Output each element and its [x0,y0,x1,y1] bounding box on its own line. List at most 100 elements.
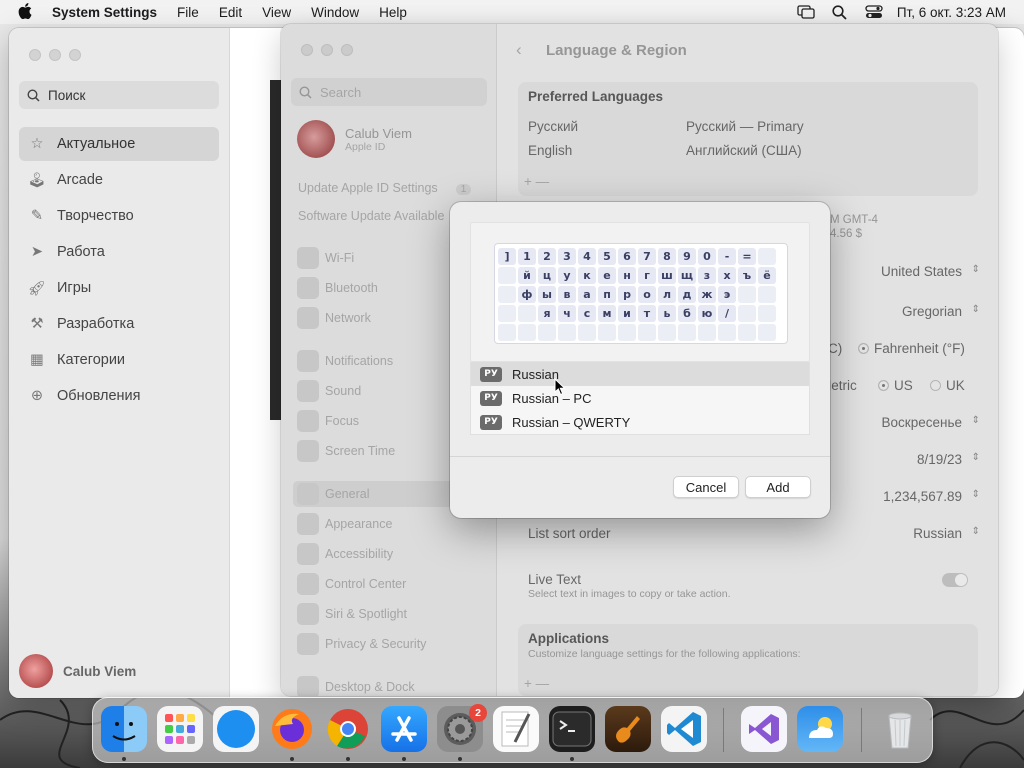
input-source-label: Russian – QWERTY [512,414,631,430]
sidebar-item-discover[interactable]: ☆ Актуальное [19,127,219,161]
keyboard-key: 0 [698,248,716,265]
keyboard-key: н [618,267,636,284]
keyboard-key: 4 [578,248,596,265]
spotlight-search-icon[interactable] [823,4,857,20]
garageband-icon[interactable] [605,706,651,752]
running-indicator [290,757,294,761]
app-store-icon[interactable] [381,706,427,752]
input-source-russian[interactable]: РУ Russian [471,362,809,386]
menu-bar: System Settings File Edit View Window He… [0,0,1024,24]
keyboard-key [558,324,576,341]
keyboard-key: ш [658,267,676,284]
input-source-russian-pc[interactable]: РУ Russian – PC [471,386,809,410]
menu-clock[interactable]: Пт, 6 окт. 3:23 AM [891,5,1024,20]
sidebar-item-label: Работа [57,244,105,260]
rocket-icon: 🚀︎ [27,280,47,297]
firefox-icon[interactable] [269,706,315,752]
keyboard-key [498,324,516,341]
keyboard-key: о [638,286,656,303]
keyboard-preview-area: ] 1 2 3 4 5 6 7 8 9 0- = й ц у к е н г ш щ з х ъ ё ф ы в а п р о л д ж э я ч с… [470,222,810,362]
input-source-russian-qwerty[interactable]: РУ Russian – QWERTY [471,410,809,434]
sidebar-item-label: Категории [57,352,126,368]
keyboard-key [498,267,516,284]
zoom-button[interactable] [69,49,81,61]
keyboard-key: ж [698,286,716,303]
avatar [19,654,53,688]
safari-icon[interactable] [213,706,259,752]
keyboard-key [658,324,676,341]
add-input-source-dialog: ] 1 2 3 4 5 6 7 8 9 0- = й ц у к е н г ш щ з х ъ ё ф ы в а п р о л д ж э я ч с… [450,202,830,518]
keyboard-key: р [618,286,636,303]
launchpad-icon[interactable] [157,706,203,752]
keyboard-key: м [598,305,616,322]
keyboard-key: щ [678,267,696,284]
sidebar-item-create[interactable]: ✎ Творчество [19,199,219,233]
menu-view[interactable]: View [252,5,301,20]
app-store-account[interactable]: Calub Viem [19,654,136,688]
keyboard-key: 2 [538,248,556,265]
keyboard-row: ] 1 2 3 4 5 6 7 8 9 0- = [498,247,784,266]
running-indicator [570,757,574,761]
sidebar-item-play[interactable]: 🚀︎ Игры [19,271,219,305]
sidebar-item-label: Творчество [57,208,134,224]
keyboard-layout-preview: ] 1 2 3 4 5 6 7 8 9 0- = й ц у к е н г ш щ з х ъ ё ф ы в а п р о л д ж э я ч с… [494,243,788,344]
search-icon [27,88,40,102]
input-source-list: РУ Russian РУ Russian – PC РУ Russian – QWE… [470,362,810,435]
hammer-icon: ⚒ [30,316,44,332]
vscode-icon[interactable] [661,706,707,752]
finder-icon[interactable] [101,706,147,752]
sidebar-item-work[interactable]: ➤ Работа [19,235,219,269]
keyboard-key [758,305,776,322]
add-button[interactable]: Add [745,476,811,498]
sidebar-item-updates[interactable]: ⊕ Обновления [19,379,219,413]
sidebar-item-arcade[interactable]: 🕹︎ Arcade [19,163,219,197]
mouse-cursor-icon [554,378,566,396]
trash-icon[interactable] [877,706,923,752]
app-store-sidebar: Поиск ☆ Актуальное 🕹︎ Arcade ✎ Творчество ➤… [9,28,230,698]
keyboard-key: б [678,305,696,322]
sidebar-item-label: Arcade [57,172,103,188]
textedit-icon[interactable] [493,706,539,752]
grid-icon: ▦ [30,352,44,368]
control-center-icon[interactable] [857,5,891,19]
weather-icon[interactable] [797,706,843,752]
menu-app-name[interactable]: System Settings [42,5,167,20]
menu-window[interactable]: Window [301,5,369,20]
apple-logo-icon[interactable] [0,2,42,22]
keyboard-row: йцукенгшщзхъё [498,266,784,285]
keyboard-key [518,324,536,341]
keyboard-key [498,286,516,303]
keyboard-key: с [578,305,596,322]
keyboard-key: 1 [518,248,536,265]
sidebar-item-develop[interactable]: ⚒ Разработка [19,307,219,341]
keyboard-key [498,305,516,322]
screen-mirroring-icon[interactable] [789,5,823,19]
joystick-icon: 🕹︎ [27,172,47,189]
keyboard-key: з [698,267,716,284]
keyboard-key: п [598,286,616,303]
dialog-divider [450,456,830,457]
terminal-icon[interactable] [549,706,595,752]
keyboard-key: ё [758,267,776,284]
keyboard-key: е [598,267,616,284]
cancel-button[interactable]: Cancel [673,476,739,498]
keyboard-key: ф [518,286,536,303]
chrome-icon[interactable] [325,706,371,752]
keyboard-key: 9 [678,248,696,265]
keyboard-key: / [718,305,736,322]
notification-badge: 2 [469,704,487,722]
menu-help[interactable]: Help [369,5,417,20]
app-store-search-field[interactable]: Поиск [19,81,219,109]
keyboard-key [698,324,716,341]
account-name: Calub Viem [63,663,137,679]
menu-file[interactable]: File [167,5,209,20]
keyboard-key: я [538,305,556,322]
input-source-label: Russian [512,366,559,382]
close-button[interactable] [29,49,41,61]
visual-studio-icon[interactable] [741,706,787,752]
sidebar-item-label: Обновления [57,388,141,404]
sidebar-item-categories[interactable]: ▦ Категории [19,343,219,377]
menu-edit[interactable]: Edit [209,5,252,20]
keyboard-key: в [558,286,576,303]
minimize-button[interactable] [49,49,61,61]
